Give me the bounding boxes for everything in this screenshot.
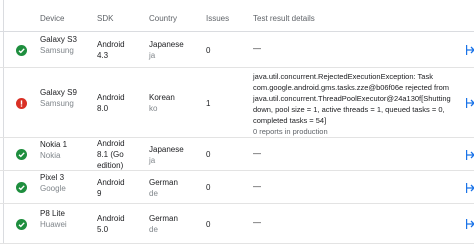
country-cell: Korean ko [149,92,204,114]
issues-count: 0 [206,183,211,192]
test-result-details: — [253,44,261,53]
device-cell: Nokia 1 Nokia [40,139,92,161]
column-header-country: Country [149,14,178,23]
sdk-line: Android [97,178,125,187]
table-row[interactable]: Nokia 1 Nokia Android 8.1 (Go edition) Japane… [0,138,474,171]
country-name: German [149,178,178,187]
sdk-line: Android [97,93,125,102]
sdk-line: 8.0 [97,104,109,113]
sdk-cell: Android 4.3 [97,39,147,61]
sdk-line: 9 [97,189,102,198]
check-circle-icon [16,219,27,230]
country-code: de [149,189,158,198]
open-details-icon[interactable] [466,218,474,230]
sdk-line: Android [97,139,125,148]
device-name: Galaxy S9 [40,88,77,97]
issues-count: 0 [206,46,211,55]
table-header: Device SDK Country Issues Test result de… [0,0,474,32]
device-cell: Pixel 3 Google [40,172,92,194]
issues-count: 0 [206,150,211,159]
device-name: P8 Lite [40,209,65,218]
country-cell: German de [149,177,204,199]
sdk-line: 5.0 [97,225,109,234]
device-cell: Galaxy S3 Samsung [40,34,92,56]
error-circle-icon [16,98,27,109]
country-code: de [149,225,158,234]
device-brand: Google [40,184,66,193]
device-cell: Galaxy S9 Samsung [40,87,92,109]
production-reports-count: 0 reports in production [253,127,328,136]
check-circle-icon [16,149,27,160]
sdk-cell: Android 9 [97,177,147,199]
device-brand: Nokia [40,151,61,160]
sdk-line: 8.1 (Go [97,150,124,159]
open-details-icon[interactable] [466,182,474,194]
device-brand: Huawei [40,220,67,229]
device-brand: Samsung [40,46,74,55]
device-brand: Samsung [40,99,74,108]
country-cell: Japanese ja [149,39,204,61]
country-name: Korean [149,93,175,102]
open-details-icon[interactable] [466,97,474,109]
device-name: Pixel 3 [40,173,65,182]
country-code: ko [149,104,158,113]
sdk-cell: Android 8.1 (Go edition) [97,138,147,171]
check-circle-icon [16,45,27,56]
device-name: Nokia 1 [40,140,68,149]
exception-message: java.util.concurrent.RejectedExecutionEx… [253,72,451,125]
sdk-line: 4.3 [97,51,109,60]
test-result-details: java.util.concurrent.RejectedExecutionEx… [253,71,458,137]
country-code: ja [149,156,156,165]
column-header-device: Device [40,14,65,23]
table-row[interactable]: Galaxy S9 Samsung Android 8.0 Korean ko 1 java.… [0,68,474,138]
sdk-line: Android [97,214,125,223]
test-result-details: — [253,218,261,227]
open-details-icon[interactable] [466,44,474,56]
column-header-sdk: SDK [97,14,114,23]
country-code: ja [149,51,156,60]
sdk-cell: Android 5.0 [97,213,147,235]
sdk-line: Android [97,40,125,49]
sdk-cell: Android 8.0 [97,92,147,114]
issues-count: 1 [206,99,211,108]
country-name: German [149,214,178,223]
open-details-icon[interactable] [466,149,474,161]
sdk-line: edition) [97,161,124,170]
check-circle-icon [16,182,27,193]
column-header-issues: Issues [206,14,230,23]
device-name: Galaxy S3 [40,35,77,44]
table-row[interactable]: Galaxy S3 Samsung Android 4.3 Japanese ja 0 — [0,32,474,68]
issues-count: 0 [206,220,211,229]
device-cell: P8 Lite Huawei [40,208,92,230]
country-name: Japanese [149,40,184,49]
country-cell: Japanese ja [149,144,204,166]
country-name: Japanese [149,145,184,154]
country-cell: German de [149,213,204,235]
test-result-details: — [253,182,261,191]
column-header-details: Test result details [253,14,315,23]
test-results-table: Device SDK Country Issues Test result de… [0,0,474,244]
test-result-details: — [253,149,261,158]
table-row[interactable]: P8 Lite Huawei Android 5.0 German de 0 — [0,204,474,244]
table-row[interactable]: Pixel 3 Google Android 9 German de 0 — [0,171,474,204]
